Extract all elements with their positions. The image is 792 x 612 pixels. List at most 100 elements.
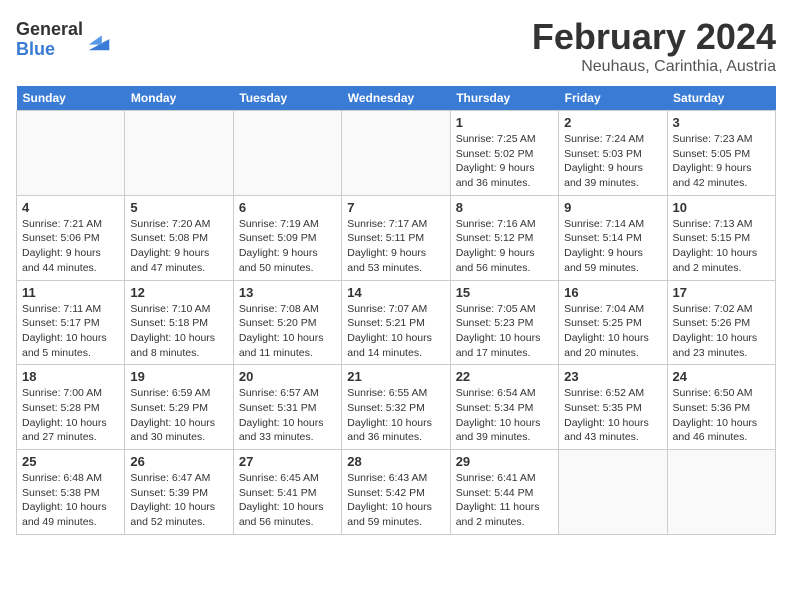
day-info: Sunrise: 6:54 AM Sunset: 5:34 PM Dayligh… <box>456 386 553 445</box>
header-wednesday: Wednesday <box>342 86 450 111</box>
day-number: 20 <box>239 369 336 384</box>
table-row: 28Sunrise: 6:43 AM Sunset: 5:42 PM Dayli… <box>342 450 450 535</box>
table-row: 14 Sunrise: 7:07 AM Sunset: 5:21 PM Dayli… <box>342 280 450 365</box>
table-row: 18 Sunrise: 7:00 AM Sunset: 5:28 PM Dayli… <box>17 365 125 450</box>
day-info: Sunrise: 7:19 AM Sunset: 5:09 PM Dayligh… <box>239 217 336 276</box>
table-row: 23 Sunrise: 6:52 AM Sunset: 5:35 PM Dayli… <box>559 365 667 450</box>
day-number: 16 <box>564 285 661 300</box>
day-number: 12 <box>130 285 227 300</box>
calendar-week-row: 1 Sunrise: 7:25 AM Sunset: 5:02 PM Daylig… <box>17 111 776 196</box>
day-number: 4 <box>22 200 119 215</box>
calendar-title: February 2024 <box>532 16 776 58</box>
day-info: Sunrise: 7:08 AM Sunset: 5:20 PM Dayligh… <box>239 302 336 361</box>
day-number: 28 <box>347 454 444 469</box>
weekday-header-row: Sunday Monday Tuesday Wednesday Thursday… <box>17 86 776 111</box>
day-number: 11 <box>22 285 119 300</box>
table-row: 26Sunrise: 6:47 AM Sunset: 5:39 PM Dayli… <box>125 450 233 535</box>
day-info: Sunrise: 7:10 AM Sunset: 5:18 PM Dayligh… <box>130 302 227 361</box>
table-row <box>17 111 125 196</box>
header: General Blue February 2024 Neuhaus, Cari… <box>16 16 776 76</box>
day-info: Sunrise: 7:05 AM Sunset: 5:23 PM Dayligh… <box>456 302 553 361</box>
table-row: 4Sunrise: 7:21 AM Sunset: 5:06 PM Daylig… <box>17 195 125 280</box>
header-thursday: Thursday <box>450 86 558 111</box>
day-number: 6 <box>239 200 336 215</box>
table-row <box>233 111 341 196</box>
table-row <box>667 450 775 535</box>
table-row: 5 Sunrise: 7:20 AM Sunset: 5:08 PM Daylig… <box>125 195 233 280</box>
table-row: 8 Sunrise: 7:16 AM Sunset: 5:12 PM Daylig… <box>450 195 558 280</box>
day-number: 5 <box>130 200 227 215</box>
day-number: 9 <box>564 200 661 215</box>
table-row: 13Sunrise: 7:08 AM Sunset: 5:20 PM Dayli… <box>233 280 341 365</box>
table-row: 2Sunrise: 7:24 AM Sunset: 5:03 PM Daylig… <box>559 111 667 196</box>
day-number: 25 <box>22 454 119 469</box>
table-row: 24 Sunrise: 6:50 AM Sunset: 5:36 PM Dayli… <box>667 365 775 450</box>
day-info: Sunrise: 7:11 AM Sunset: 5:17 PM Dayligh… <box>22 302 119 361</box>
table-row: 20 Sunrise: 6:57 AM Sunset: 5:31 PM Dayli… <box>233 365 341 450</box>
calendar-location: Neuhaus, Carinthia, Austria <box>532 58 776 76</box>
day-info: Sunrise: 6:59 AM Sunset: 5:29 PM Dayligh… <box>130 386 227 445</box>
day-info: Sunrise: 7:14 AM Sunset: 5:14 PM Dayligh… <box>564 217 661 276</box>
table-row: 16Sunrise: 7:04 AM Sunset: 5:25 PM Dayli… <box>559 280 667 365</box>
table-row <box>559 450 667 535</box>
title-area: February 2024 Neuhaus, Carinthia, Austri… <box>532 16 776 76</box>
table-row: 7 Sunrise: 7:17 AM Sunset: 5:11 PM Daylig… <box>342 195 450 280</box>
day-number: 23 <box>564 369 661 384</box>
calendar-week-row: 4Sunrise: 7:21 AM Sunset: 5:06 PM Daylig… <box>17 195 776 280</box>
day-info: Sunrise: 6:41 AM Sunset: 5:44 PM Dayligh… <box>456 471 553 530</box>
table-row: 25Sunrise: 6:48 AM Sunset: 5:38 PM Dayli… <box>17 450 125 535</box>
day-info: Sunrise: 7:23 AM Sunset: 5:05 PM Dayligh… <box>673 132 770 191</box>
table-row: 29 Sunrise: 6:41 AM Sunset: 5:44 PM Dayli… <box>450 450 558 535</box>
day-number: 18 <box>22 369 119 384</box>
header-saturday: Saturday <box>667 86 775 111</box>
day-number: 10 <box>673 200 770 215</box>
day-number: 21 <box>347 369 444 384</box>
table-row: 10 Sunrise: 7:13 AM Sunset: 5:15 PM Dayli… <box>667 195 775 280</box>
day-info: Sunrise: 7:13 AM Sunset: 5:15 PM Dayligh… <box>673 217 770 276</box>
day-info: Sunrise: 6:52 AM Sunset: 5:35 PM Dayligh… <box>564 386 661 445</box>
table-row: 21Sunrise: 6:55 AM Sunset: 5:32 PM Dayli… <box>342 365 450 450</box>
calendar-week-row: 18 Sunrise: 7:00 AM Sunset: 5:28 PM Dayli… <box>17 365 776 450</box>
table-row: 3 Sunrise: 7:23 AM Sunset: 5:05 PM Daylig… <box>667 111 775 196</box>
day-number: 14 <box>347 285 444 300</box>
day-info: Sunrise: 7:07 AM Sunset: 5:21 PM Dayligh… <box>347 302 444 361</box>
day-info: Sunrise: 7:24 AM Sunset: 5:03 PM Dayligh… <box>564 132 661 191</box>
day-number: 24 <box>673 369 770 384</box>
table-row: 22 Sunrise: 6:54 AM Sunset: 5:34 PM Dayli… <box>450 365 558 450</box>
day-number: 29 <box>456 454 553 469</box>
table-row <box>342 111 450 196</box>
table-row: 12 Sunrise: 7:10 AM Sunset: 5:18 PM Dayli… <box>125 280 233 365</box>
day-number: 3 <box>673 115 770 130</box>
day-number: 7 <box>347 200 444 215</box>
logo-general-text: General <box>16 20 83 40</box>
day-number: 17 <box>673 285 770 300</box>
day-info: Sunrise: 6:57 AM Sunset: 5:31 PM Dayligh… <box>239 386 336 445</box>
table-row: 6 Sunrise: 7:19 AM Sunset: 5:09 PM Daylig… <box>233 195 341 280</box>
calendar-table: Sunday Monday Tuesday Wednesday Thursday… <box>16 86 776 535</box>
header-monday: Monday <box>125 86 233 111</box>
table-row: 1 Sunrise: 7:25 AM Sunset: 5:02 PM Daylig… <box>450 111 558 196</box>
day-number: 8 <box>456 200 553 215</box>
day-info: Sunrise: 6:50 AM Sunset: 5:36 PM Dayligh… <box>673 386 770 445</box>
day-info: Sunrise: 7:00 AM Sunset: 5:28 PM Dayligh… <box>22 386 119 445</box>
table-row <box>125 111 233 196</box>
day-number: 22 <box>456 369 553 384</box>
header-tuesday: Tuesday <box>233 86 341 111</box>
day-number: 19 <box>130 369 227 384</box>
day-info: Sunrise: 7:25 AM Sunset: 5:02 PM Dayligh… <box>456 132 553 191</box>
header-friday: Friday <box>559 86 667 111</box>
calendar-week-row: 11 Sunrise: 7:11 AM Sunset: 5:17 PM Dayli… <box>17 280 776 365</box>
table-row: 11 Sunrise: 7:11 AM Sunset: 5:17 PM Dayli… <box>17 280 125 365</box>
day-info: Sunrise: 7:16 AM Sunset: 5:12 PM Dayligh… <box>456 217 553 276</box>
day-info: Sunrise: 7:20 AM Sunset: 5:08 PM Dayligh… <box>130 217 227 276</box>
day-info: Sunrise: 6:47 AM Sunset: 5:39 PM Dayligh… <box>130 471 227 530</box>
logo-icon <box>85 26 113 54</box>
table-row: 27Sunrise: 6:45 AM Sunset: 5:41 PM Dayli… <box>233 450 341 535</box>
day-info: Sunrise: 7:17 AM Sunset: 5:11 PM Dayligh… <box>347 217 444 276</box>
day-number: 1 <box>456 115 553 130</box>
calendar-week-row: 25Sunrise: 6:48 AM Sunset: 5:38 PM Dayli… <box>17 450 776 535</box>
logo-blue-text: Blue <box>16 40 83 60</box>
day-info: Sunrise: 7:02 AM Sunset: 5:26 PM Dayligh… <box>673 302 770 361</box>
day-info: Sunrise: 6:45 AM Sunset: 5:41 PM Dayligh… <box>239 471 336 530</box>
table-row: 9 Sunrise: 7:14 AM Sunset: 5:14 PM Daylig… <box>559 195 667 280</box>
